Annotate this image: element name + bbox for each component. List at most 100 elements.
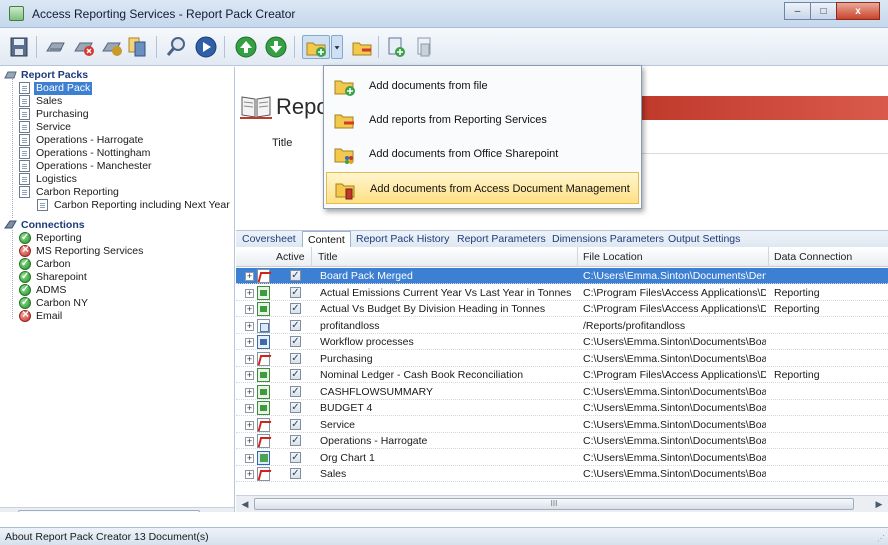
cell-data-connection: Reporting (774, 369, 820, 381)
table-row[interactable]: + ✓ Workflow processes C:\Users\Emma.Sinton… (236, 334, 888, 350)
pdf-file-icon (257, 417, 270, 432)
scroll-right-icon[interactable]: ▶ (218, 509, 234, 513)
export-icon[interactable] (384, 35, 408, 59)
search-icon[interactable] (164, 35, 188, 59)
column-header-active[interactable]: Active (276, 251, 305, 263)
active-checkbox[interactable]: ✓ (290, 451, 301, 463)
tab-dimensions-parameters[interactable]: Dimensions Parameters (552, 233, 664, 245)
active-checkbox[interactable]: ✓ (290, 468, 301, 479)
cell-title: Nominal Ledger - Cash Book Reconciliatio… (320, 369, 524, 381)
delete-pack-icon[interactable] (72, 35, 96, 59)
expand-row-icon[interactable]: + (245, 288, 254, 298)
open-pack-icon[interactable] (44, 35, 68, 59)
tree-item-label: Carbon NY (36, 297, 88, 309)
move-down-icon[interactable] (264, 35, 288, 59)
table-row[interactable]: + ✓ Nominal Ledger - Cash Book Reconciliat… (236, 367, 888, 383)
scroll-right-icon[interactable]: ▶ (871, 497, 887, 511)
active-checkbox[interactable]: ✓ (290, 286, 301, 298)
active-checkbox[interactable]: ✓ (290, 303, 301, 314)
table-row[interactable]: + ✓ Board Pack Merged C:\Users\Emma.Sinton\… (236, 268, 888, 284)
expand-row-icon[interactable]: + (245, 354, 254, 364)
scrollbar-thumb[interactable]: III (254, 498, 854, 510)
table-row[interactable]: + ✓ Service C:\Users\Emma.Sinton\Documents\… (236, 417, 888, 433)
tree-item-label: Carbon (36, 258, 71, 270)
column-header-title[interactable]: Title (318, 251, 337, 263)
menu-item-add-from-file[interactable]: Add documents from file (326, 70, 639, 102)
active-checkbox[interactable]: ✓ (290, 319, 301, 331)
tree-horizontal-scrollbar[interactable]: ◀ III ▶ (0, 507, 234, 513)
add-documents-menu: Add documents from file Add reports from… (323, 65, 642, 209)
table-row[interactable]: + ✓ CASHFLOWSUMMARY C:\Users\Emma.Sinton\Do… (236, 384, 888, 400)
close-button[interactable]: x (836, 2, 880, 20)
move-up-icon[interactable] (234, 35, 258, 59)
menu-item-add-from-sharepoint[interactable]: Add documents from Office Sharepoint (326, 138, 639, 170)
expand-row-icon[interactable]: + (245, 470, 254, 479)
active-checkbox[interactable]: ✓ (290, 270, 301, 281)
expand-row-icon[interactable]: + (245, 420, 254, 430)
grid-horizontal-scrollbar[interactable]: ◀ III ▶ (236, 495, 888, 512)
expand-row-icon[interactable]: + (245, 453, 254, 463)
table-row[interactable]: + ✓ Org Chart 1 C:\Users\Emma.Sinton\Docume… (236, 450, 888, 466)
active-checkbox[interactable]: ✓ (290, 402, 301, 413)
folder-document-management-icon (335, 183, 355, 200)
column-divider (768, 247, 769, 267)
scroll-left-icon[interactable]: ◀ (237, 497, 253, 511)
document-icon (19, 121, 30, 133)
document-icon (37, 199, 48, 211)
minimize-button[interactable]: – (784, 2, 811, 20)
table-row[interactable]: + ✓ Operations - Harrogate C:\Users\Emma.Si… (236, 433, 888, 449)
folder-report-icon (334, 114, 354, 129)
cell-file-location: C:\Users\Emma.Sinton\Documents\Boar... (583, 418, 766, 431)
maximize-button[interactable]: □ (810, 2, 837, 20)
expand-row-icon[interactable]: + (245, 338, 254, 347)
save-icon[interactable] (8, 35, 32, 59)
resize-grip-icon[interactable]: ⋰ (877, 534, 885, 543)
expand-row-icon[interactable]: + (245, 321, 254, 331)
tab-report-pack-history[interactable]: Report Pack History (356, 233, 449, 245)
tab-report-parameters[interactable]: Report Parameters (457, 233, 546, 245)
expand-row-icon[interactable]: + (245, 272, 254, 281)
expand-row-icon[interactable]: + (245, 387, 254, 397)
tree-item-label: Carbon Reporting (36, 186, 119, 198)
expand-row-icon[interactable]: + (245, 404, 254, 413)
toolbar (0, 28, 888, 66)
active-checkbox[interactable]: ✓ (290, 336, 301, 347)
document-icon (19, 147, 30, 159)
column-header-file-location[interactable]: File Location (583, 251, 643, 263)
table-row[interactable]: + ✓ Sales C:\Users\Emma.Sinton\Documents\Bo… (236, 466, 888, 482)
expand-row-icon[interactable]: + (245, 371, 254, 380)
table-row[interactable]: + ✓ Actual Emissions Current Year Vs Last … (236, 285, 888, 301)
scroll-left-icon[interactable]: ◀ (1, 509, 17, 513)
expand-row-icon[interactable]: + (245, 437, 254, 446)
menu-item-add-from-document-management[interactable]: Add documents from Access Document Manag… (326, 172, 639, 204)
add-report-icon[interactable] (350, 35, 374, 59)
dropdown-arrow-icon[interactable] (331, 35, 343, 59)
active-checkbox[interactable]: ✓ (290, 385, 301, 397)
menu-item-add-from-reporting-services[interactable]: Add reports from Reporting Services (326, 104, 639, 136)
tab-coversheet[interactable]: Coversheet (242, 233, 296, 245)
active-checkbox[interactable]: ✓ (290, 418, 301, 430)
folder-add-icon (334, 80, 355, 96)
active-checkbox[interactable]: ✓ (290, 369, 301, 380)
table-row[interactable]: + ✓ Actual Vs Budget By Division Heading i… (236, 301, 888, 317)
cell-file-location: C:\Program Files\Access Applications\Di.… (583, 303, 766, 315)
tree-item-label: Email (36, 310, 63, 322)
run-icon[interactable] (194, 35, 218, 59)
rpt-file-icon (257, 318, 270, 333)
remove-icon[interactable] (412, 35, 436, 59)
expand-row-icon[interactable]: + (245, 305, 254, 314)
table-row[interactable]: + ✓ profitandloss/Reports/profitandloss (236, 318, 888, 334)
column-header-data-connection[interactable]: Data Connection (774, 251, 852, 263)
add-document-icon[interactable] (302, 35, 330, 59)
scrollbar-thumb[interactable]: III (18, 510, 200, 512)
xls-file-icon (257, 384, 270, 399)
table-row[interactable]: + ✓ BUDGET 4 C:\Users\Emma.Sinton\Documents… (236, 400, 888, 416)
table-row[interactable]: + ✓ Purchasing C:\Users\Emma.Sinton\Documen… (236, 351, 888, 367)
pack-properties-icon[interactable] (126, 35, 150, 59)
tab-output-settings[interactable]: Output Settings (668, 233, 740, 245)
copy-pack-icon[interactable] (100, 35, 124, 59)
active-checkbox[interactable]: ✓ (290, 435, 301, 446)
active-checkbox[interactable]: ✓ (290, 352, 301, 364)
tab-content[interactable]: Content (302, 231, 351, 248)
tree-item-label: ADMS (36, 284, 67, 296)
